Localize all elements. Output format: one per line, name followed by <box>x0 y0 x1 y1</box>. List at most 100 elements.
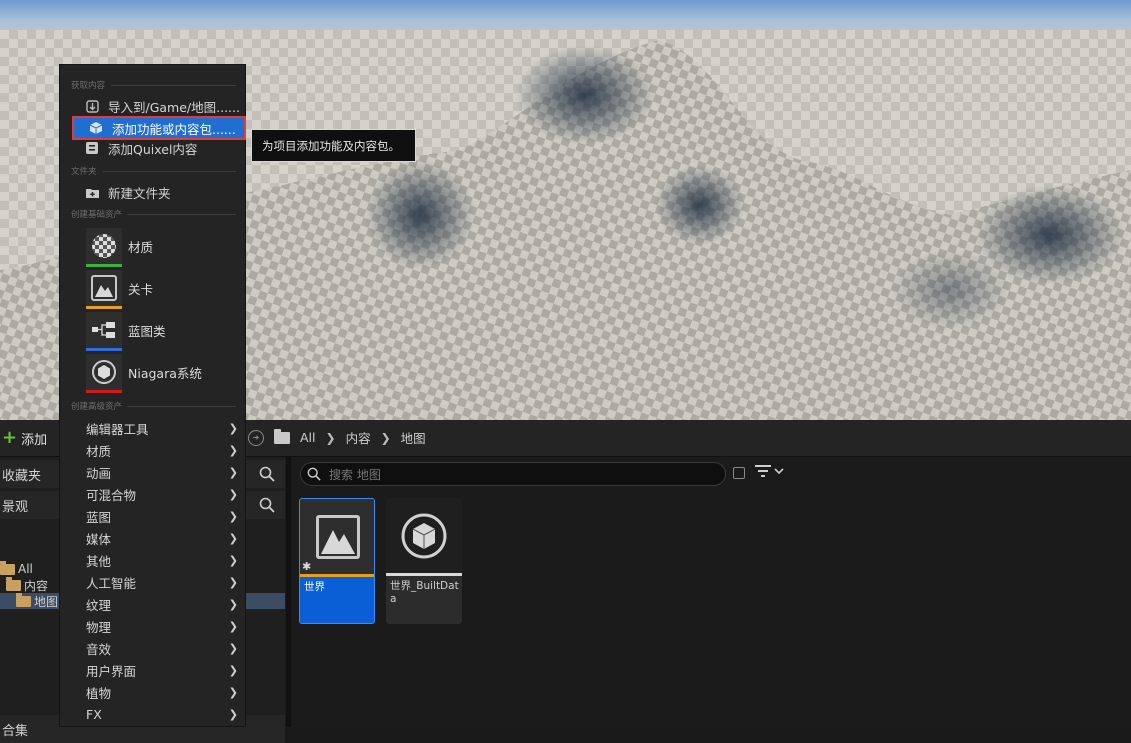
submenu-item-label: 其他 <box>86 553 112 569</box>
level-icon <box>86 270 122 309</box>
search-icon[interactable] <box>259 466 275 482</box>
filter-button[interactable] <box>755 465 784 477</box>
submenu-item-label: 蓝图 <box>86 509 112 525</box>
niagara-system-icon <box>86 354 122 393</box>
submenu-item-label: FX <box>86 706 102 722</box>
breadcrumb-maps[interactable]: 地图 <box>401 428 426 447</box>
menu-item-label: 关卡 <box>128 281 154 297</box>
submenu-item[interactable]: 用户界面 ❯ <box>74 659 242 681</box>
material-icon <box>86 228 122 267</box>
save-search-icon[interactable] <box>733 467 745 479</box>
submenu-item[interactable]: 物理 ❯ <box>74 615 242 637</box>
asset-type-bar <box>86 306 122 309</box>
menu-item-level[interactable]: 关卡 <box>86 268 236 309</box>
submenu-item[interactable]: 其他 ❯ <box>74 549 242 571</box>
search-icon <box>307 467 321 481</box>
submenu-item-label: 植物 <box>86 685 112 701</box>
menu-item-label: 添加功能或内容包...... <box>112 121 236 137</box>
tree-item-label: 内容 <box>24 578 49 593</box>
chevron-right-icon[interactable]: ❯ <box>381 431 391 445</box>
menu-item-label: Niagara系统 <box>128 365 202 381</box>
submenu-item[interactable]: 媒体 ❯ <box>74 527 242 549</box>
plus-icon: + <box>2 427 18 448</box>
tree-item-all[interactable]: All <box>0 560 33 577</box>
asset-tile-world-builtdata[interactable]: 世界_BuiltData <box>386 498 462 624</box>
new-folder-icon <box>85 185 99 199</box>
menu-item-niagara[interactable]: Niagara系统 <box>86 352 236 393</box>
add-button-label: 添加 <box>21 432 48 448</box>
add-feature-icon <box>89 121 103 135</box>
quixel-icon <box>85 141 99 155</box>
menu-item-new-folder[interactable]: 新建文件夹 <box>70 181 240 203</box>
submenu-item[interactable]: 植物 ❯ <box>74 681 242 703</box>
section-get-content: 获取内容 <box>71 79 236 91</box>
unsaved-star-icon: ✱ <box>302 560 312 573</box>
submenu-item[interactable]: 动画 ❯ <box>74 461 242 483</box>
chevron-right-icon: ❯ <box>228 575 238 589</box>
chevron-down-icon <box>774 468 784 475</box>
menu-item-import[interactable]: 导入到/Game/地图...... <box>70 95 240 117</box>
menu-item-add-quixel[interactable]: 添加Quixel内容 <box>70 137 240 159</box>
menu-item-label: 导入到/Game/地图...... <box>108 99 240 115</box>
menu-item-material[interactable]: 材质 <box>86 226 236 267</box>
chevron-right-icon[interactable]: ❯ <box>326 431 336 445</box>
asset-type-bar <box>86 390 122 393</box>
menu-item-label: 添加Quixel内容 <box>108 141 198 157</box>
search-icon[interactable] <box>259 497 275 513</box>
asset-type-bar <box>86 264 122 267</box>
submenu-item[interactable]: 可混合物 ❯ <box>74 483 242 505</box>
level-icon <box>316 515 360 559</box>
breadcrumb-content[interactable]: 内容 <box>346 428 371 447</box>
submenu-item[interactable]: 材质 ❯ <box>74 439 242 461</box>
folder-icon <box>0 560 15 575</box>
chevron-right-icon: ❯ <box>228 685 238 699</box>
asset-name: 世界 <box>304 581 325 593</box>
panel-splitter[interactable] <box>286 457 291 727</box>
section-advanced-assets: 创建高级资产 <box>71 400 236 412</box>
tree-item-label: All <box>18 562 33 576</box>
project-label: 景观 <box>2 499 29 515</box>
asset-tile-world[interactable]: ✱ 世界 <box>299 498 375 624</box>
submenu-item[interactable]: 音效 ❯ <box>74 637 242 659</box>
tree-item-maps[interactable]: 地图 <box>16 592 58 609</box>
submenu-item-label: 音效 <box>86 641 112 657</box>
breadcrumb-all[interactable]: All <box>300 430 316 445</box>
breadcrumb: ➜ All ❯ 内容 ❯ 地图 <box>248 428 426 447</box>
submenu-item[interactable]: 人工智能 ❯ <box>74 571 242 593</box>
submenu-item-label: 动画 <box>86 465 112 481</box>
asset-type-bar <box>386 573 462 576</box>
asset-search-box[interactable] <box>300 462 726 486</box>
folder-icon <box>16 592 31 607</box>
chevron-right-icon: ❯ <box>228 487 238 501</box>
chevron-right-icon: ❯ <box>228 421 238 435</box>
submenu-item-label: 可混合物 <box>86 487 137 503</box>
filter-icon <box>755 465 771 477</box>
chevron-right-icon: ❯ <box>228 531 238 545</box>
asset-name: 世界_BuiltData <box>390 580 459 605</box>
add-button[interactable]: + 添加 <box>0 426 55 450</box>
menu-item-blueprint-class[interactable]: 蓝图类 <box>86 310 236 351</box>
tree-item-content[interactable]: 内容 <box>6 576 49 593</box>
chevron-right-icon: ❯ <box>228 509 238 523</box>
submenu-item[interactable]: 蓝图 ❯ <box>74 505 242 527</box>
section-basic-assets: 创建基础资产 <box>71 208 236 220</box>
submenu-item-label: 用户界面 <box>86 663 137 679</box>
submenu-item-label: 材质 <box>86 443 112 459</box>
submenu-item[interactable]: 编辑器工具 ❯ <box>74 417 242 439</box>
tooltip: 为项目添加功能及内容包。 <box>251 129 416 162</box>
chevron-right-icon: ❯ <box>228 641 238 655</box>
search-input[interactable] <box>327 466 711 484</box>
chevron-right-icon: ❯ <box>228 465 238 479</box>
menu-item-label: 材质 <box>128 239 154 255</box>
submenu-item-label: 媒体 <box>86 531 112 547</box>
chevron-right-icon: ❯ <box>228 707 238 721</box>
favorites-label: 收藏夹 <box>2 468 42 484</box>
submenu-item[interactable]: FX ❯ <box>74 703 242 725</box>
submenu-item-label: 纹理 <box>86 597 112 613</box>
chevron-right-icon: ❯ <box>228 597 238 611</box>
submenu-item-label: 人工智能 <box>86 575 137 591</box>
chevron-right-icon: ❯ <box>228 619 238 633</box>
history-forward-icon[interactable]: ➜ <box>248 429 264 446</box>
submenu-item[interactable]: 纹理 ❯ <box>74 593 242 615</box>
asset-type-bar <box>300 574 374 577</box>
